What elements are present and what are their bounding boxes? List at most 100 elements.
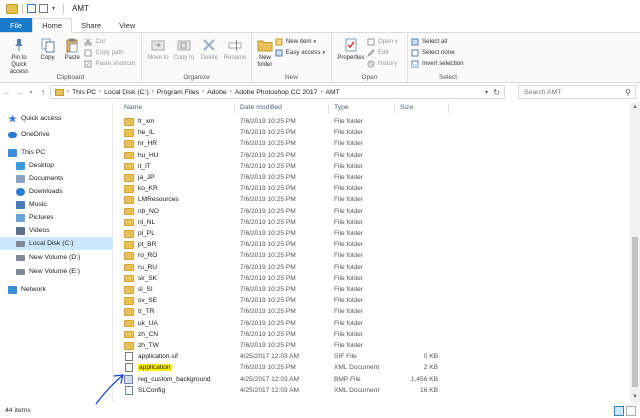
file-row[interactable]: application 7/6/2019 10:25 PM XML Document… bbox=[114, 362, 630, 373]
file-type: File folder bbox=[334, 241, 363, 249]
nav-videos[interactable]: Videos bbox=[0, 224, 113, 237]
tab-file[interactable]: File bbox=[0, 18, 33, 32]
divider bbox=[63, 3, 65, 14]
tab-share[interactable]: Share bbox=[72, 18, 110, 32]
file-row[interactable]: reg_custom_background 4/25/2017 12:03 AM B… bbox=[114, 374, 630, 385]
nav-desktop[interactable]: Desktop bbox=[0, 159, 113, 172]
column-divider[interactable] bbox=[328, 103, 329, 114]
file-row[interactable]: it_IT 7/6/2019 10:25 PM File folder bbox=[114, 161, 630, 172]
file-row[interactable]: zh_TW 7/6/2019 10:25 PM File folder bbox=[114, 340, 630, 351]
file-row[interactable]: sk_SK 7/6/2019 10:25 PM File folder bbox=[114, 273, 630, 284]
search-input[interactable]: Search AMT ⚲ bbox=[518, 85, 636, 99]
file-row[interactable]: hu_HU 7/6/2019 10:25 PM File folder bbox=[114, 150, 630, 161]
new-folder-quick-icon[interactable] bbox=[39, 4, 48, 13]
recent-locations-chevron-icon[interactable]: ▾ bbox=[26, 89, 36, 96]
scrollbar-thumb[interactable] bbox=[632, 237, 638, 387]
breadcrumb-amt[interactable]: AMT bbox=[325, 89, 339, 96]
copy-to-label: Copy to bbox=[173, 55, 194, 61]
file-row[interactable]: application.sif 4/25/2017 12:03 AM SIF Fil… bbox=[114, 351, 630, 362]
cut-button[interactable]: Cut bbox=[84, 36, 138, 47]
file-row[interactable]: ko_KR 7/6/2019 10:25 PM File folder bbox=[114, 183, 630, 194]
folder-icon bbox=[124, 263, 134, 272]
file-name: SLConfig bbox=[138, 386, 166, 394]
scissors-icon bbox=[84, 38, 93, 46]
file-row[interactable]: tr_TR 7/6/2019 10:25 PM File folder bbox=[114, 306, 630, 317]
nav-local-disk-c[interactable]: Local Disk (C:) bbox=[0, 237, 113, 250]
open-button[interactable]: Open ▾ bbox=[367, 36, 401, 47]
file-row[interactable]: ro_RO 7/6/2019 10:25 PM File folder bbox=[114, 250, 630, 261]
back-arrow-icon[interactable]: ← bbox=[2, 88, 12, 97]
edit-label: Edit bbox=[378, 49, 389, 56]
properties-quick-icon[interactable] bbox=[27, 4, 36, 13]
file-row[interactable]: SLConfig 4/25/2017 12:03 AM XML Document 16… bbox=[114, 385, 630, 396]
invert-selection-button[interactable]: Invert selection bbox=[411, 58, 467, 69]
up-arrow-icon[interactable]: ↑ bbox=[38, 88, 48, 97]
scroll-down-arrow-icon[interactable]: ▼ bbox=[630, 392, 640, 402]
file-row[interactable]: ru_RU 7/6/2019 10:25 PM File folder bbox=[114, 262, 630, 273]
select-all-button[interactable]: Select all bbox=[411, 36, 467, 47]
easy-access-button[interactable]: Easy access ▾ bbox=[275, 47, 328, 58]
file-row[interactable]: pl_PL 7/6/2019 10:25 PM File folder bbox=[114, 228, 630, 239]
open-group: Properties Open ▾ Edit History Open bbox=[332, 33, 408, 83]
file-row[interactable]: ja_JP 7/6/2019 10:25 PM File folder bbox=[114, 172, 630, 183]
nav-quick-access[interactable]: Quick access bbox=[0, 112, 113, 125]
details-view-icon[interactable] bbox=[614, 406, 624, 416]
image-file-icon bbox=[124, 374, 133, 384]
nav-onedrive[interactable]: OneDrive bbox=[0, 128, 113, 141]
breadcrumb-local-disk[interactable]: Local Disk (C:) bbox=[104, 89, 149, 96]
file-row[interactable]: nl_NL 7/6/2019 10:25 PM File folder bbox=[114, 217, 630, 228]
chevron-down-icon[interactable]: ▾ bbox=[52, 5, 55, 12]
refresh-icon[interactable]: ↻ bbox=[493, 88, 500, 97]
file-name: ro_RO bbox=[138, 252, 158, 260]
new-item-button[interactable]: New item ▾ bbox=[275, 36, 328, 47]
file-row[interactable]: LMResources 7/6/2019 10:25 PM File folder bbox=[114, 194, 630, 205]
file-row[interactable]: uk_UA 7/6/2019 10:25 PM File folder bbox=[114, 318, 630, 329]
nav-pictures[interactable]: Pictures bbox=[0, 211, 113, 224]
column-header-date[interactable]: Date modified bbox=[240, 104, 282, 111]
chevron-right-icon: › bbox=[202, 89, 205, 95]
large-icons-view-icon[interactable] bbox=[626, 406, 636, 416]
file-date-modified: 7/6/2019 10:25 PM bbox=[240, 140, 296, 148]
breadcrumb-adobe[interactable]: Adobe bbox=[207, 89, 227, 96]
nav-this-pc[interactable]: This PC bbox=[0, 146, 113, 159]
column-divider[interactable] bbox=[394, 103, 395, 114]
column-header-name[interactable]: Name bbox=[124, 104, 142, 111]
scroll-up-arrow-icon[interactable]: ▲ bbox=[630, 102, 640, 112]
chevron-down-icon[interactable]: ▾ bbox=[485, 89, 488, 96]
file-row[interactable]: he_IL 7/6/2019 10:25 PM File folder bbox=[114, 127, 630, 138]
nav-new-volume-d[interactable]: New Volume (D:) bbox=[0, 251, 113, 264]
file-row[interactable]: sl_SI 7/6/2019 10:25 PM File folder bbox=[114, 284, 630, 295]
file-type: File folder bbox=[334, 274, 363, 282]
select-none-button[interactable]: Select none bbox=[411, 47, 467, 58]
history-button[interactable]: History bbox=[367, 58, 401, 69]
breadcrumb-program-files[interactable]: Program Files bbox=[157, 89, 199, 96]
edit-button[interactable]: Edit bbox=[367, 47, 401, 58]
file-row[interactable]: fr_xm 7/6/2019 10:25 PM File folder bbox=[114, 116, 630, 127]
address-bar[interactable]: › This PC › Local Disk (C:) › Program Fi… bbox=[50, 85, 505, 99]
nav-new-volume-e[interactable]: New Volume (E:) bbox=[0, 265, 113, 278]
file-row[interactable]: zh_CN 7/6/2019 10:25 PM File folder bbox=[114, 329, 630, 340]
breadcrumb-photoshop[interactable]: Adobe Photoshop CC 2017 bbox=[235, 89, 318, 96]
nav-downloads[interactable]: Downloads bbox=[0, 185, 113, 198]
file-row[interactable]: hr_HR 7/6/2019 10:25 PM File folder bbox=[114, 138, 630, 149]
file-type: XML Document bbox=[334, 386, 380, 394]
file-row[interactable]: pt_BR 7/6/2019 10:25 PM File folder bbox=[114, 239, 630, 250]
copy-path-button[interactable]: Copy path bbox=[84, 47, 138, 58]
tab-view[interactable]: View bbox=[110, 18, 144, 32]
paste-shortcut-button[interactable]: Paste shortcut bbox=[84, 58, 138, 69]
file-row[interactable]: sv_SE 7/6/2019 10:25 PM File folder bbox=[114, 295, 630, 306]
tab-home[interactable]: Home bbox=[32, 18, 73, 33]
vertical-scrollbar[interactable]: ▲ ▼ bbox=[630, 102, 640, 402]
nav-network[interactable]: Network bbox=[0, 283, 113, 296]
file-row[interactable]: nb_NO 7/6/2019 10:25 PM File folder bbox=[114, 206, 630, 217]
column-header-type[interactable]: Type bbox=[334, 104, 349, 111]
column-divider[interactable] bbox=[234, 103, 235, 114]
column-header-size[interactable]: Size bbox=[400, 104, 413, 111]
nav-music[interactable]: Music bbox=[0, 198, 113, 211]
forward-arrow-icon[interactable]: → bbox=[14, 88, 24, 97]
breadcrumb-this-pc[interactable]: This PC bbox=[72, 89, 96, 96]
file-name: sv_SE bbox=[138, 297, 158, 305]
column-divider[interactable] bbox=[448, 103, 449, 114]
new-item-label: New item bbox=[285, 38, 312, 45]
nav-documents[interactable]: Documents bbox=[0, 172, 113, 185]
